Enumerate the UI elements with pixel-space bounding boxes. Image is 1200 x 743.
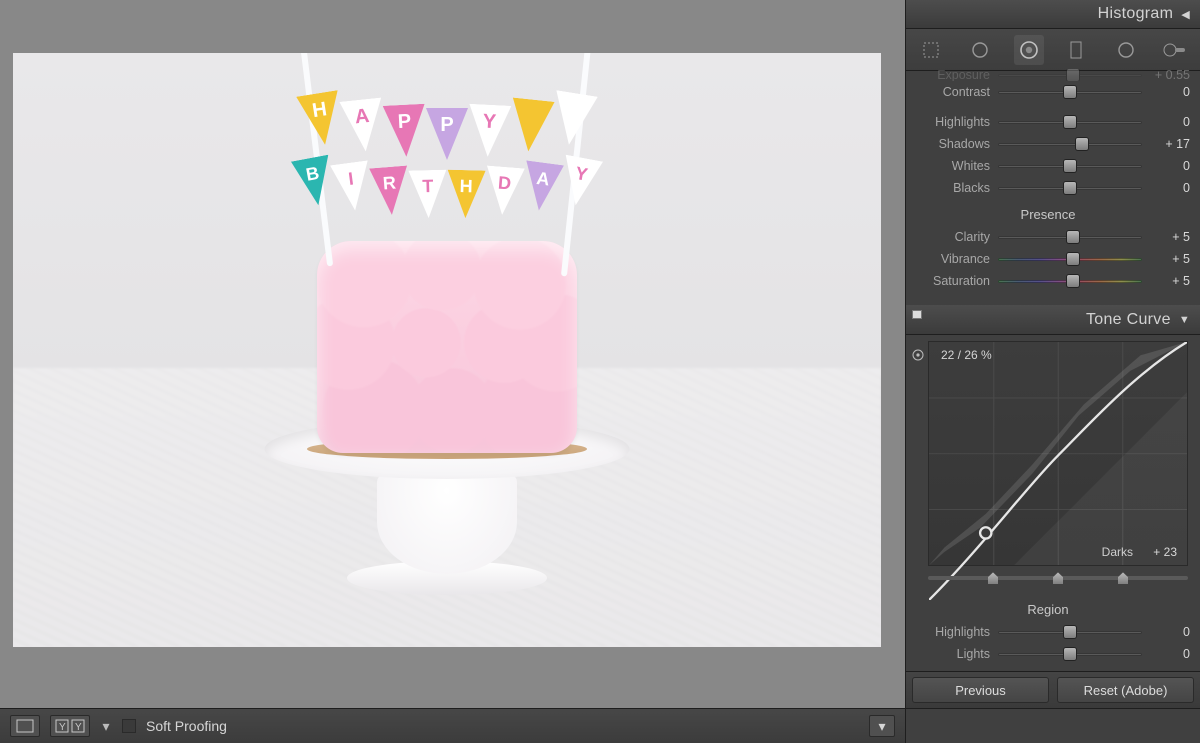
shadows-slider[interactable] [998, 137, 1142, 151]
whites-label: Whites [906, 159, 990, 173]
vibrance-slider[interactable] [998, 252, 1142, 266]
whites-slider[interactable] [998, 159, 1142, 173]
basic-sliders: Exposure + 0.55 Contrast 0 Highlights 0 … [906, 71, 1200, 306]
region-lights-label: Lights [906, 647, 990, 661]
collapse-icon: ◀ [1181, 8, 1190, 21]
redeye-tool[interactable] [1014, 35, 1044, 65]
shadows-label: Shadows [906, 137, 990, 151]
brush-tool[interactable] [1160, 35, 1190, 65]
contrast-slider[interactable] [998, 85, 1142, 99]
saturation-slider[interactable] [998, 274, 1142, 288]
contrast-value[interactable]: 0 [1150, 85, 1190, 99]
clarity-slider[interactable] [998, 230, 1142, 244]
region-highlights-slider[interactable] [998, 625, 1142, 639]
spot-tool[interactable] [965, 35, 995, 65]
curve-range-label: Darks [1102, 545, 1133, 559]
region-lights-value[interactable]: 0 [1150, 647, 1190, 661]
curve-range-value: + 23 [1153, 545, 1177, 559]
preview-image: HAPPY BIRTHDAY [13, 53, 881, 647]
target-adjust-icon[interactable] [911, 348, 925, 365]
saturation-value[interactable]: + 5 [1150, 274, 1190, 288]
tone-curve-graph[interactable]: 22 / 26 % Darks + 23 [928, 341, 1188, 566]
crop-tool[interactable] [916, 35, 946, 65]
region-highlights-value[interactable]: 0 [1150, 625, 1190, 639]
radial-tool[interactable] [1111, 35, 1141, 65]
highlights-label: Highlights [906, 115, 990, 129]
highlights-slider[interactable] [998, 115, 1142, 129]
histogram-title: Histogram [1098, 5, 1174, 23]
svg-text:Y: Y [59, 722, 66, 733]
vibrance-label: Vibrance [906, 252, 990, 266]
panel-toggle[interactable] [912, 310, 922, 320]
tone-curve-title: Tone Curve [1086, 311, 1171, 329]
vibrance-value[interactable]: + 5 [1150, 252, 1190, 266]
develop-panel: Histogram ◀ [905, 0, 1200, 708]
shadows-value[interactable]: + 17 [1150, 137, 1190, 151]
histogram-panel-header[interactable]: Histogram ◀ [906, 0, 1200, 29]
whites-value[interactable]: 0 [1150, 159, 1190, 173]
blacks-label: Blacks [906, 181, 990, 195]
blacks-value[interactable]: 0 [1150, 181, 1190, 195]
region-lights-slider[interactable] [998, 647, 1142, 661]
blacks-slider[interactable] [998, 181, 1142, 195]
tone-curve-range-splits[interactable] [928, 570, 1188, 586]
view-mode-dropdown[interactable]: ▾ [100, 718, 112, 735]
previous-button[interactable]: Previous [912, 677, 1049, 703]
curve-readout: 22 / 26 % [941, 348, 992, 362]
clarity-value[interactable]: + 5 [1150, 230, 1190, 244]
soft-proofing-label: Soft Proofing [146, 718, 227, 734]
reset-button[interactable]: Reset (Adobe) [1057, 677, 1194, 703]
image-canvas[interactable]: HAPPY BIRTHDAY [0, 0, 905, 708]
clarity-label: Clarity [906, 230, 990, 244]
contrast-label: Contrast [906, 85, 990, 99]
exposure-slider[interactable] [998, 69, 1142, 81]
presence-title: Presence [906, 207, 1190, 222]
gradient-tool[interactable] [1062, 35, 1092, 65]
saturation-label: Saturation [906, 274, 990, 288]
compare-view-button[interactable]: YY [50, 715, 90, 737]
tool-strip [906, 29, 1200, 70]
region-highlights-label: Highlights [906, 625, 990, 639]
expand-icon: ▼ [1179, 314, 1190, 326]
loupe-view-button[interactable] [10, 715, 40, 737]
soft-proofing-checkbox[interactable] [122, 719, 136, 733]
svg-text:Y: Y [75, 722, 82, 733]
region-title: Region [906, 602, 1190, 617]
tone-curve-header[interactable]: Tone Curve ▼ [906, 305, 1200, 334]
highlights-value[interactable]: 0 [1150, 115, 1190, 129]
toolbar-overflow-button[interactable]: ▾ [869, 715, 895, 737]
